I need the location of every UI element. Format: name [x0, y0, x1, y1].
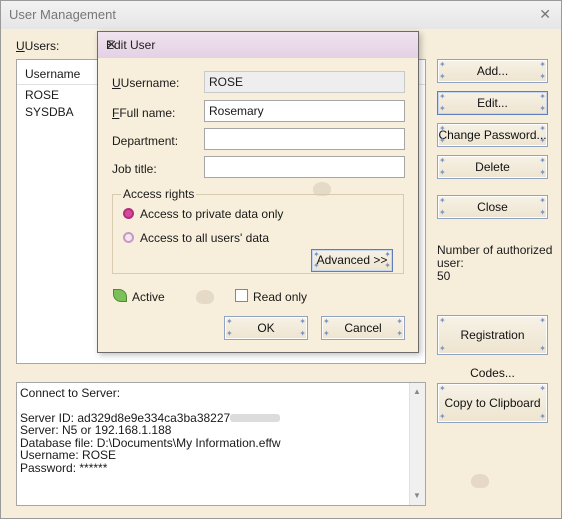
- info-line: Password: ******: [20, 460, 108, 475]
- delete-button[interactable]: ✦ ✦ ✦ ✦ Delete: [437, 155, 548, 179]
- info-line: Connect to Server:: [20, 386, 121, 400]
- close-button[interactable]: ✦ ✦ ✦ ✦ Close: [437, 195, 548, 219]
- copy-to-clipboard-button[interactable]: ✦ ✦ ✦ ✦ Copy to Clipboard: [437, 383, 548, 423]
- edit-button[interactable]: ✦ ✦ ✦ ✦ Edit...: [437, 91, 548, 115]
- radio-all-icon[interactable]: [123, 232, 134, 243]
- department-field[interactable]: [204, 128, 405, 150]
- ok-button[interactable]: ✦ ✦ ✦ ✦ OK: [224, 316, 308, 340]
- users-label: UUsers:: [16, 39, 60, 53]
- shell-decoration-icon: [471, 474, 489, 488]
- access-private-label[interactable]: Access to private data only: [140, 207, 283, 221]
- dialog-titlebar: Edit User ✕: [98, 32, 418, 58]
- info-line: Username: ROSE: [20, 448, 117, 462]
- connection-info-text[interactable]: Connect to Server: Server ID: ad329d8e9e…: [16, 382, 426, 506]
- access-rights-group: Access rights Access to private data onl…: [112, 187, 404, 274]
- jobtitle-label: Job title:: [112, 162, 157, 176]
- advanced-button[interactable]: ✦ ✦ ✦ ✦ Advanced >>: [311, 249, 393, 272]
- window-title: User Management: [9, 7, 116, 22]
- username-label: UUsername:: [112, 76, 180, 90]
- registration-codes-button[interactable]: ✦ ✦ ✦ ✦ Registration Codes...: [437, 315, 548, 380]
- dialog-close-icon[interactable]: ✕: [106, 37, 410, 53]
- readonly-label[interactable]: Read only: [253, 290, 307, 304]
- user-management-window: User Management ✕ UUsers: Username ROSE …: [0, 0, 562, 519]
- scroll-up-icon[interactable]: ▲: [413, 386, 421, 399]
- department-label: Department:: [112, 134, 179, 148]
- shell-decoration-icon: [313, 182, 331, 196]
- shell-decoration-icon: [196, 290, 214, 304]
- redacted-blur: [230, 414, 281, 423]
- readonly-checkbox[interactable]: [235, 289, 248, 302]
- jobtitle-field[interactable]: [204, 156, 405, 178]
- window-close-icon[interactable]: ✕: [539, 6, 551, 23]
- active-label[interactable]: Active: [132, 290, 165, 304]
- authorized-users-label-2: user:: [437, 256, 464, 270]
- edit-user-dialog: Edit User ✕ UUsername: ROSE FFull name: …: [97, 31, 419, 353]
- list-item[interactable]: SYSDBA: [25, 105, 74, 119]
- info-line: Server: N5 or 192.168.1.188: [20, 423, 172, 437]
- fullname-label: FFull name:: [112, 106, 176, 120]
- username-column-header[interactable]: Username: [25, 67, 80, 81]
- window-titlebar: User Management ✕: [1, 1, 561, 29]
- info-scrollbar[interactable]: ▲ ▼: [409, 383, 425, 505]
- authorized-users-count: 50: [437, 269, 451, 283]
- list-item[interactable]: ROSE: [25, 88, 59, 102]
- change-password-button[interactable]: ✦ ✦ ✦ ✦ Change Password...: [437, 123, 548, 147]
- active-leaf-checkbox-icon[interactable]: [113, 289, 127, 302]
- cancel-button[interactable]: ✦ ✦ ✦ ✦ Cancel: [321, 316, 405, 340]
- radio-private-selected-icon[interactable]: [123, 208, 134, 219]
- authorized-users-label: Number of authorized: [437, 243, 553, 257]
- access-all-label[interactable]: Access to all users' data: [140, 231, 269, 245]
- username-field[interactable]: ROSE: [204, 71, 405, 93]
- scroll-down-icon[interactable]: ▼: [413, 490, 421, 503]
- access-rights-label: Access rights: [121, 187, 197, 201]
- fullname-field[interactable]: Rosemary: [204, 100, 405, 122]
- add-button[interactable]: ✦ ✦ ✦ ✦ Add...: [437, 59, 548, 83]
